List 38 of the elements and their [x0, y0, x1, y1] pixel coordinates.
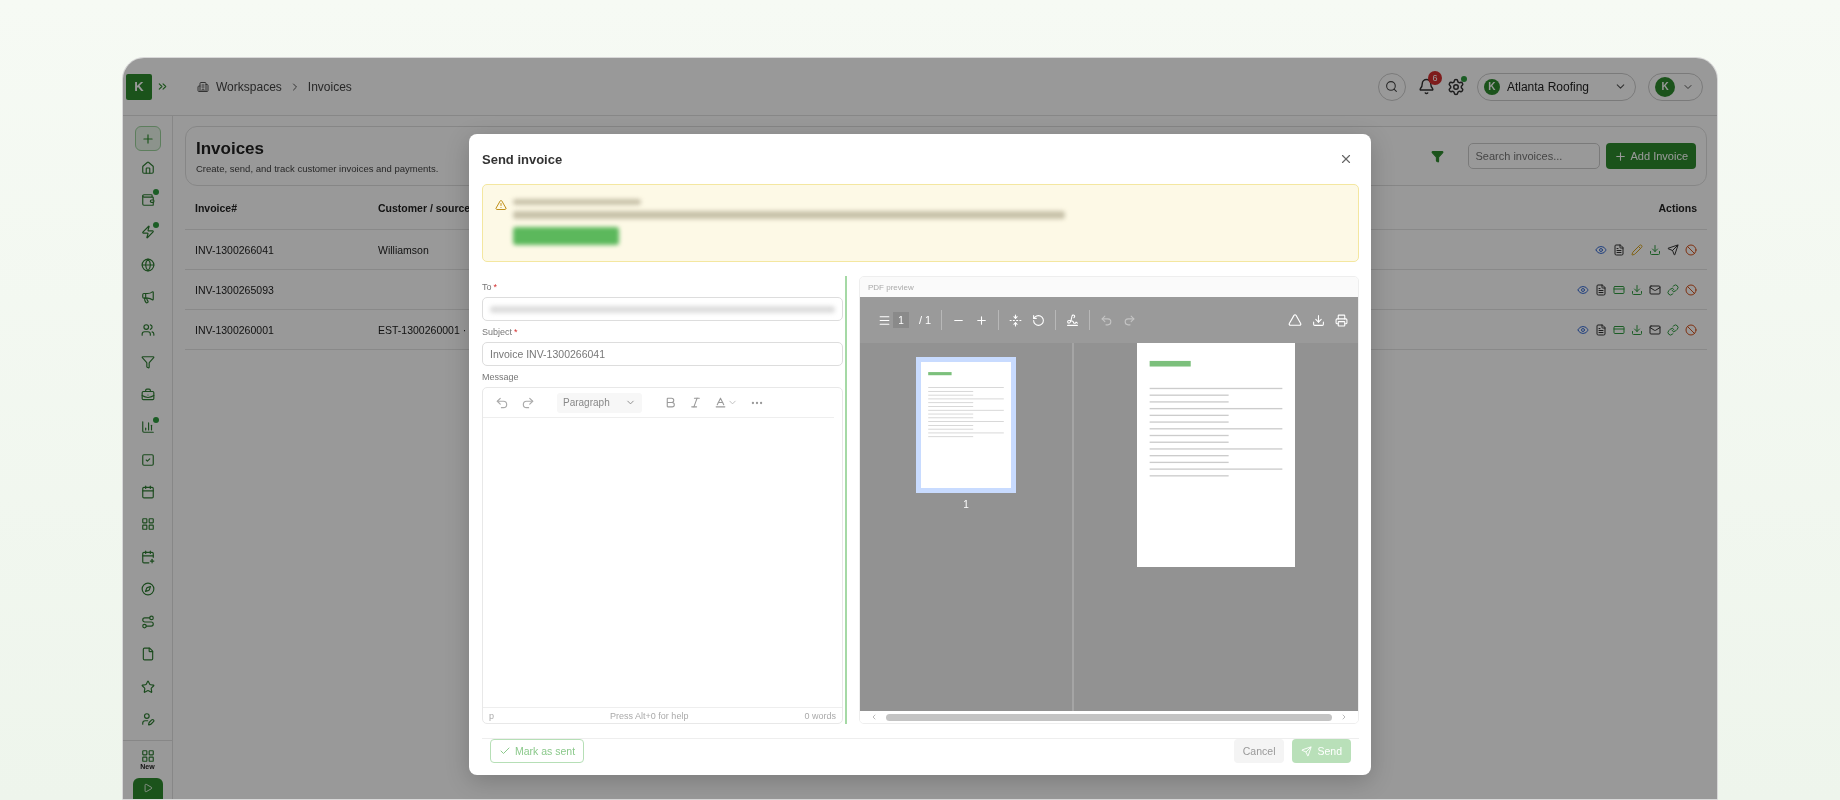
field-label: To	[482, 282, 492, 293]
column-header: Invoice#	[195, 201, 238, 214]
page-total: / 1	[919, 314, 932, 327]
notification-badge: 6	[1427, 71, 1442, 85]
table-cell: INV-1300260001	[195, 323, 274, 336]
search-field[interactable]: Search invoices...	[1467, 143, 1600, 169]
required-mark: *	[514, 327, 518, 338]
field-label: Subject	[482, 327, 513, 338]
page-subtitle: Create, send, and track customer invoices and payments.	[196, 162, 439, 174]
breadcrumb-link[interactable]: Workspaces	[216, 79, 282, 94]
format-select[interactable]: Paragraph	[557, 392, 642, 413]
table-cell: Williamson	[378, 243, 429, 256]
organization-select[interactable]: K Atlanta Roofing	[1476, 72, 1636, 101]
required-mark: *	[493, 282, 498, 293]
subject-field[interactable]: Invoice INV-1300266041	[482, 342, 843, 367]
account-menu[interactable]: K	[1648, 72, 1703, 101]
panel-label: PDF preview	[860, 277, 1358, 298]
mark-as-sent-button[interactable]: Mark as sent	[490, 739, 585, 763]
app-logo[interactable]: K	[126, 73, 152, 100]
word-count: 0 words	[804, 710, 836, 721]
add-invoice-button[interactable]: Add Invoice	[1605, 143, 1696, 169]
page-title: Invoices	[196, 138, 266, 159]
thumbnail-label: 1	[963, 499, 969, 511]
element-path: p	[489, 710, 494, 721]
table-cell: EST-1300260001 ·	[378, 323, 467, 336]
table-cell: INV-1300265093	[195, 283, 274, 296]
page-number-field[interactable]: 1	[893, 312, 909, 329]
table-cell: INV-1300266041	[195, 243, 274, 256]
field-label: Message	[482, 372, 519, 383]
breadcrumb-link[interactable]: Invoices	[307, 79, 352, 94]
organization-logo: K	[1483, 78, 1500, 95]
column-header: Customer / source	[378, 201, 471, 214]
message-editor[interactable]: Paragraph p Press Alt+0 for help 0 words	[482, 387, 843, 724]
help-hint: Press Alt+0 for help	[610, 710, 689, 721]
column-header: Actions	[1658, 201, 1697, 214]
avatar-logo: K	[1655, 76, 1675, 97]
cancel-button[interactable]: Cancel	[1233, 739, 1285, 763]
dialog-title: Send invoice	[482, 151, 563, 167]
